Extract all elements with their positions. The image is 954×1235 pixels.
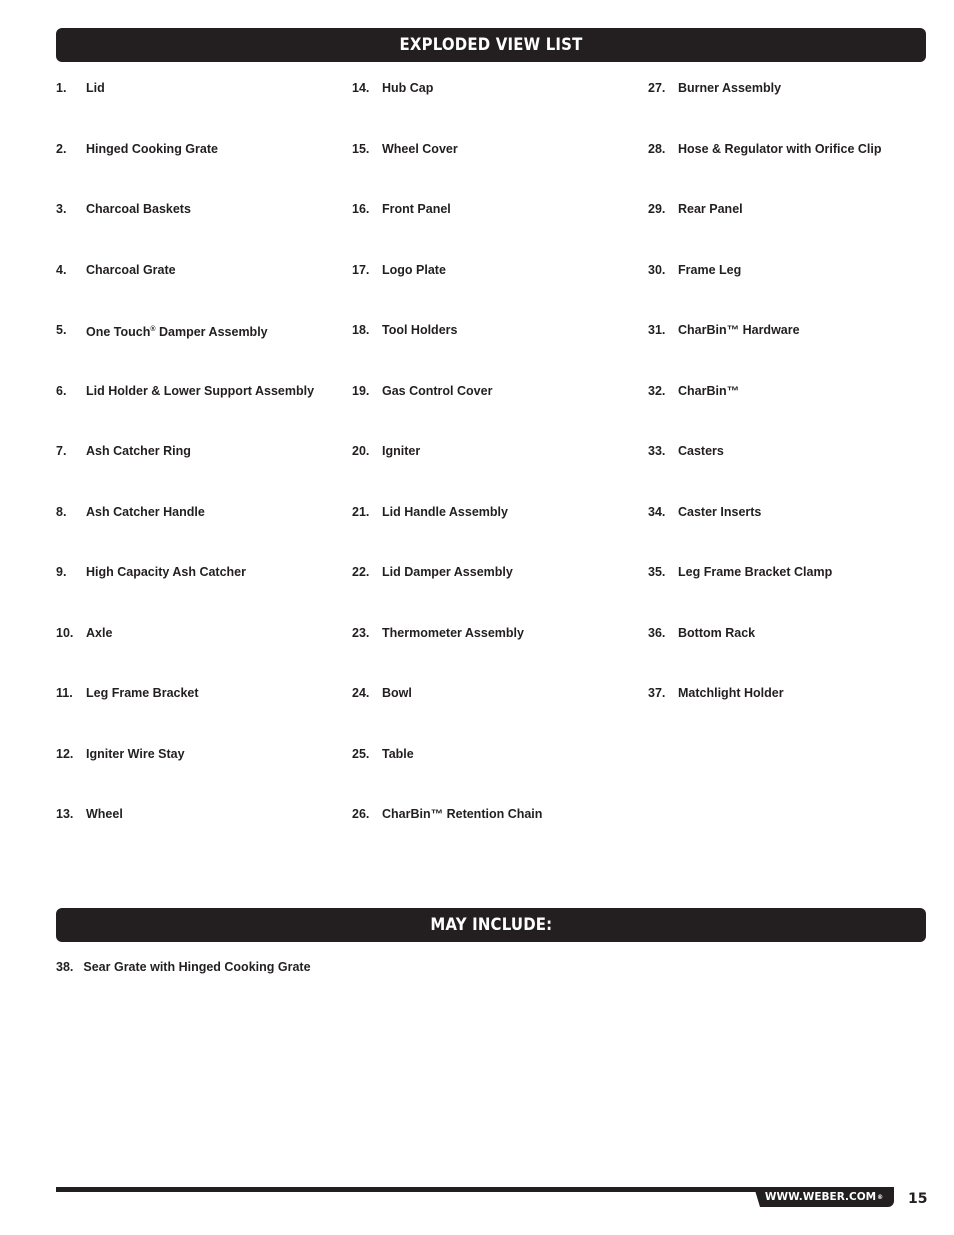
item-number: 7.	[56, 444, 67, 458]
item-number: 38.	[56, 960, 74, 974]
item-number: 8.	[56, 505, 67, 519]
item-number: 15.	[352, 142, 370, 156]
page-number: 15	[908, 1191, 928, 1207]
item-number: 10.	[56, 626, 74, 640]
item-number: 23.	[352, 626, 370, 640]
item-label: Frame Leg	[678, 263, 742, 277]
item-label: Sear Grate with Hinged Cooking Grate	[83, 960, 311, 974]
item-number: 1.	[56, 81, 67, 95]
item-label: Table	[382, 747, 414, 761]
item-label: Ash Catcher Ring	[86, 444, 191, 458]
item-label: Wheel	[86, 807, 123, 821]
item-number: 31.	[648, 323, 666, 337]
item-label: Leg Frame Bracket	[86, 686, 199, 700]
item-number: 18.	[352, 323, 370, 337]
item-label: Tool Holders	[382, 323, 458, 337]
item-number: 16.	[352, 202, 370, 216]
item-label: Hose & Regulator with Orifice Clip	[678, 142, 882, 156]
item-label: CharBin™	[678, 384, 740, 398]
item-label: One Touch® Damper Assembly	[86, 325, 268, 339]
item-label: Lid Handle Assembly	[382, 505, 508, 519]
item-label: Charcoal Baskets	[86, 202, 191, 216]
item-label: Lid	[86, 81, 105, 95]
website-link[interactable]: WWW.WEBER.COM ®	[754, 1187, 894, 1207]
item-label: Thermometer Assembly	[382, 626, 524, 640]
item-label: Casters	[678, 444, 724, 458]
item-number: 19.	[352, 384, 370, 398]
item-number: 22.	[352, 565, 370, 579]
item-number: 24.	[352, 686, 370, 700]
exploded-view-list-title: EXPLODED VIEW LIST	[399, 35, 583, 55]
item-label: Matchlight Holder	[678, 686, 784, 700]
item-label: Caster Inserts	[678, 505, 762, 519]
item-label: Hinged Cooking Grate	[86, 142, 218, 156]
may-include-title: MAY INCLUDE:	[429, 915, 553, 935]
website-text: WWW.WEBER.COM	[764, 1191, 877, 1203]
item-label: CharBin™ Hardware	[678, 323, 800, 337]
item-label: Axle	[86, 626, 113, 640]
item-number: 3.	[56, 202, 67, 216]
item-number: 27.	[648, 81, 666, 95]
item-label: Logo Plate	[382, 263, 446, 277]
item-label: Bowl	[382, 686, 412, 700]
item-label: High Capacity Ash Catcher	[86, 565, 246, 579]
exploded-view-list-header: EXPLODED VIEW LIST	[56, 28, 926, 62]
item-number: 2.	[56, 142, 67, 156]
item-number: 6.	[56, 384, 67, 398]
item-number: 9.	[56, 565, 67, 579]
item-number: 34.	[648, 505, 666, 519]
item-label: Bottom Rack	[678, 626, 756, 640]
item-number: 14.	[352, 81, 370, 95]
item-number: 28.	[648, 142, 666, 156]
item-number: 17.	[352, 263, 370, 277]
item-number: 4.	[56, 263, 67, 277]
item-label: Gas Control Cover	[382, 384, 493, 398]
item-label: Rear Panel	[678, 202, 743, 216]
may-include-item: 38. Sear Grate with Hinged Cooking Grate	[56, 958, 311, 976]
item-number: 33.	[648, 444, 666, 458]
item-number: 35.	[648, 565, 666, 579]
item-label: Igniter Wire Stay	[86, 747, 185, 761]
item-label: Lid Holder & Lower Support Assembly	[86, 384, 315, 398]
item-number: 21.	[352, 505, 370, 519]
item-label: Ash Catcher Handle	[86, 505, 205, 519]
item-label: Front Panel	[382, 202, 451, 216]
item-number: 5.	[56, 323, 67, 337]
item-number: 29.	[648, 202, 666, 216]
item-number: 37.	[648, 686, 666, 700]
item-label: Igniter	[382, 444, 421, 458]
item-number: 25.	[352, 747, 370, 761]
item-number: 30.	[648, 263, 666, 277]
item-label: Charcoal Grate	[86, 263, 176, 277]
item-number: 13.	[56, 807, 74, 821]
item-number: 26.	[352, 807, 370, 821]
item-number: 32.	[648, 384, 666, 398]
item-label: CharBin™ Retention Chain	[382, 807, 543, 821]
item-label: Lid Damper Assembly	[382, 565, 513, 579]
may-include-header: MAY INCLUDE:	[56, 908, 926, 942]
item-number: 20.	[352, 444, 370, 458]
item-number: 12.	[56, 747, 74, 761]
item-label: Wheel Cover	[382, 142, 458, 156]
item-label: Leg Frame Bracket Clamp	[678, 565, 833, 579]
item-label: Burner Assembly	[678, 81, 782, 95]
item-label: Hub Cap	[382, 81, 434, 95]
item-number: 11.	[56, 686, 73, 700]
registered-mark: ®	[877, 1193, 884, 1201]
item-number: 36.	[648, 626, 666, 640]
